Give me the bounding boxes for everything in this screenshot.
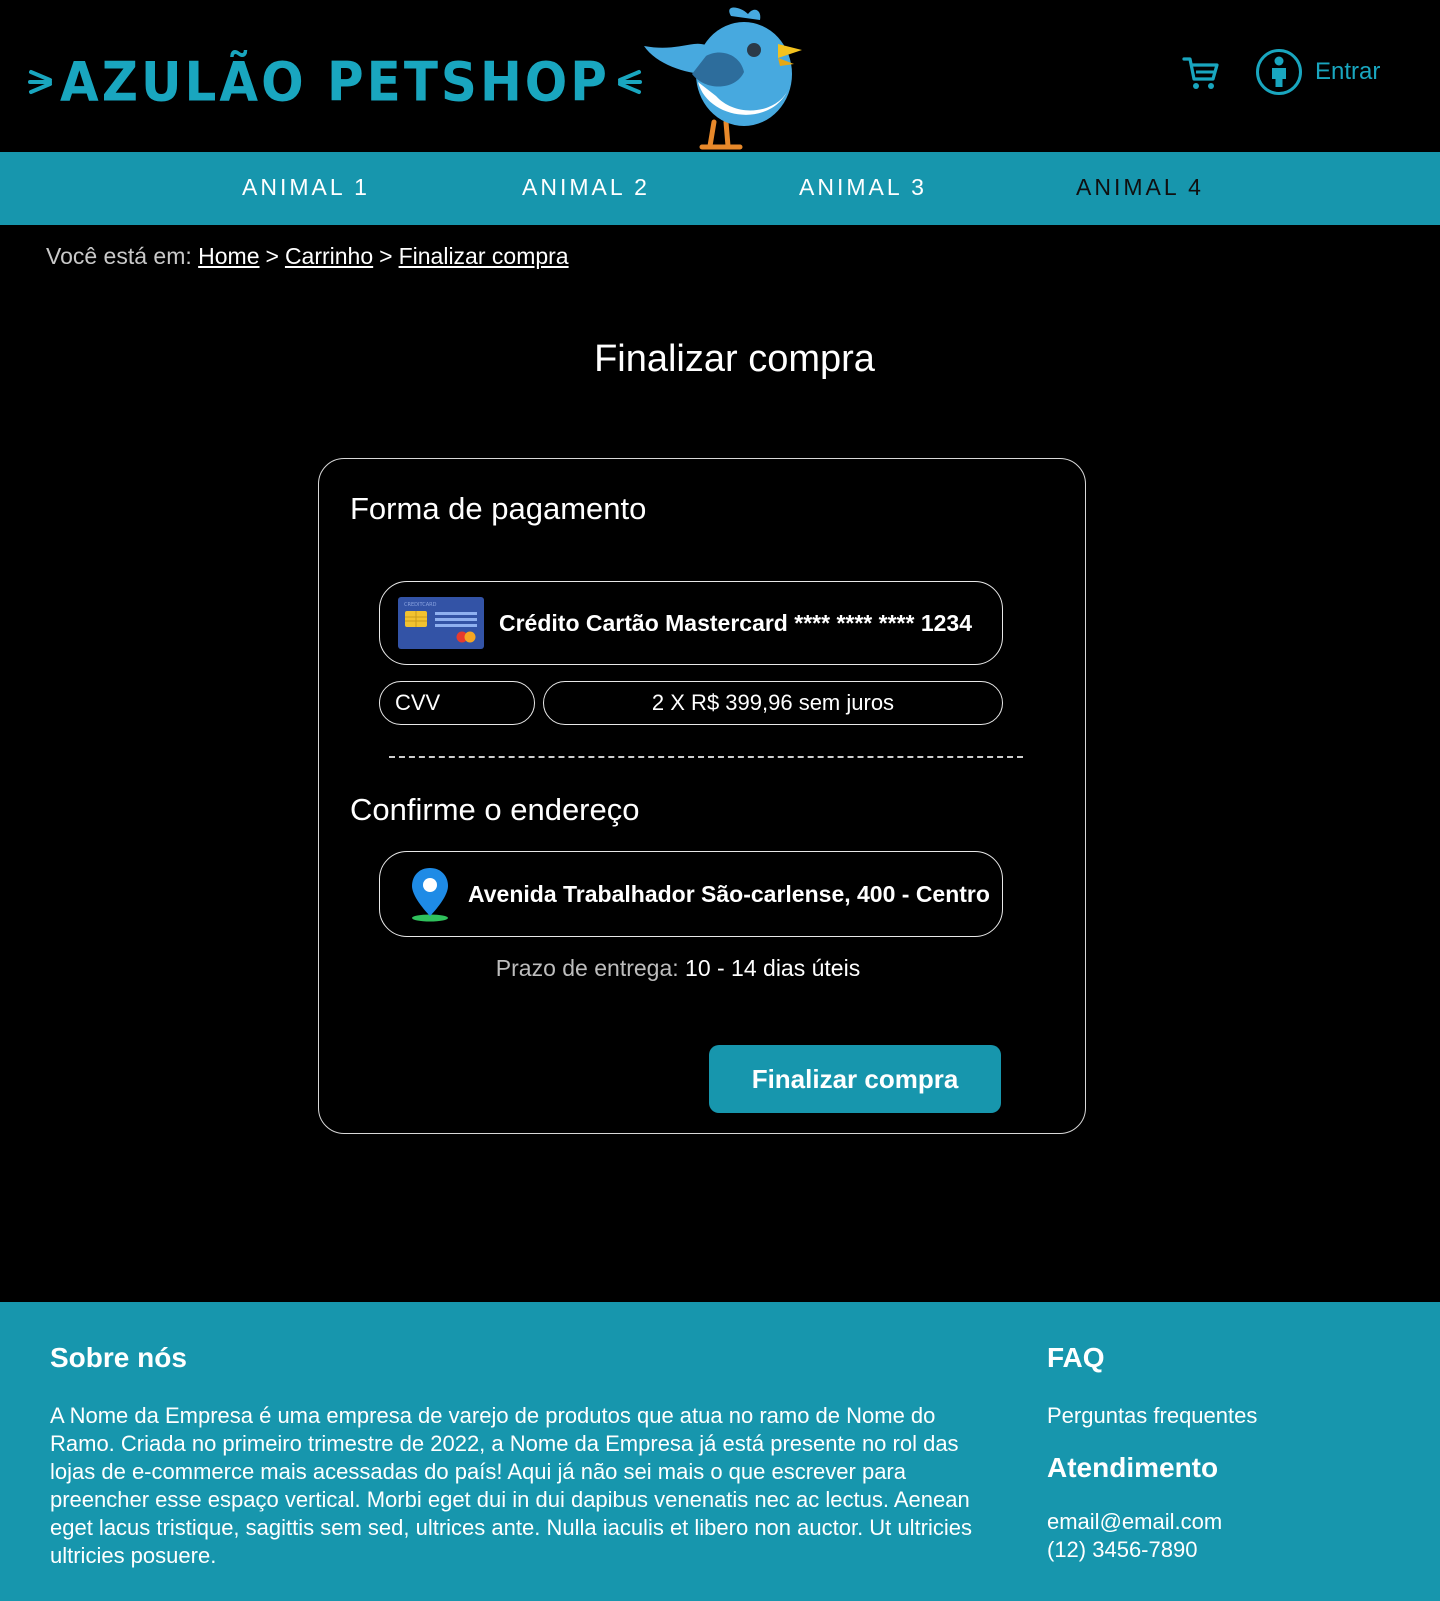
brand-logo[interactable]: AZULÃO PETSHOP	[28, 44, 642, 120]
support-title: Atendimento	[1047, 1452, 1219, 1483]
site-footer: Sobre nós A Nome da Empresa é uma empres…	[0, 1302, 1440, 1601]
bird-mascot-icon	[644, 7, 802, 150]
logo-whisker-left-icon	[28, 70, 52, 94]
delivery-estimate: Prazo de entrega: 10 - 14 dias úteis	[319, 955, 1037, 982]
delivery-label: Prazo de entrega:	[495, 955, 679, 981]
installments-label: 2 X R$ 399,96 sem juros	[651, 690, 895, 715]
nav-item-animal-2[interactable]: ANIMAL 2	[522, 174, 650, 201]
login-label: Entrar	[1315, 58, 1381, 85]
user-circle-icon	[1256, 49, 1302, 95]
address-selector[interactable]: Avenida Trabalhador São-carlense, 400 - …	[379, 851, 1003, 937]
address-section-title: Confirme o endereço	[350, 792, 640, 827]
cvv-input[interactable]	[379, 681, 535, 725]
breadcrumb-checkout[interactable]: Finalizar compra	[399, 243, 569, 269]
breadcrumb-prefix: Você está em:	[46, 243, 192, 269]
nav-item-animal-4[interactable]: ANIMAL 4	[1076, 174, 1204, 201]
breadcrumb-cart[interactable]: Carrinho	[285, 243, 373, 269]
address-label: Avenida Trabalhador São-carlense, 400 - …	[468, 880, 990, 907]
breadcrumb-home[interactable]: Home	[198, 243, 259, 269]
payment-section-title: Forma de pagamento	[350, 491, 647, 526]
nav-item-animal-3[interactable]: ANIMAL 3	[799, 174, 927, 201]
breadcrumb-separator: >	[265, 243, 279, 269]
delivery-value: 10 - 14 dias úteis	[685, 955, 861, 981]
finish-purchase-button[interactable]: Finalizar compra	[709, 1045, 1001, 1113]
brand-name: AZULÃO PETSHOP	[60, 50, 610, 114]
faq-title: FAQ	[1047, 1342, 1105, 1373]
category-nav: ANIMAL 1 ANIMAL 2 ANIMAL 3 ANIMAL 4	[0, 152, 1440, 225]
payment-method-selector[interactable]: CREDITCARD Crédito Cartão Mastercard ***…	[379, 581, 1003, 665]
credit-card-icon: CREDITCARD	[398, 597, 484, 649]
checkout-card: Forma de pagamento CREDITCARD Crédito Ca…	[318, 458, 1086, 1134]
login-link[interactable]: Entrar	[1255, 48, 1380, 96]
page-title: Finalizar compra	[594, 338, 875, 380]
breadcrumb-separator: >	[379, 243, 393, 269]
support-phone[interactable]: (12) 3456-7890	[1047, 1536, 1197, 1564]
location-pin-icon	[412, 868, 448, 922]
site-header: AZULÃO PETSHOP Entrar	[0, 0, 1440, 152]
about-text: A Nome da Empresa é uma empresa de varej…	[50, 1403, 972, 1568]
faq-link[interactable]: Perguntas frequentes	[1047, 1402, 1257, 1430]
cart-icon[interactable]	[1182, 55, 1220, 91]
installments-select[interactable]: 2 X R$ 399,96 sem juros	[543, 681, 1003, 725]
support-email[interactable]: email@email.com	[1047, 1508, 1222, 1536]
payment-method-label: Crédito Cartão Mastercard **** **** ****…	[499, 609, 972, 636]
credit-card-label: CREDITCARD	[404, 602, 437, 608]
section-divider	[389, 756, 1023, 758]
breadcrumb: Você está em: Home > Carrinho > Finalizar co…	[46, 243, 569, 270]
nav-item-animal-1[interactable]: ANIMAL 1	[242, 174, 370, 201]
about-title: Sobre nós	[50, 1342, 187, 1373]
